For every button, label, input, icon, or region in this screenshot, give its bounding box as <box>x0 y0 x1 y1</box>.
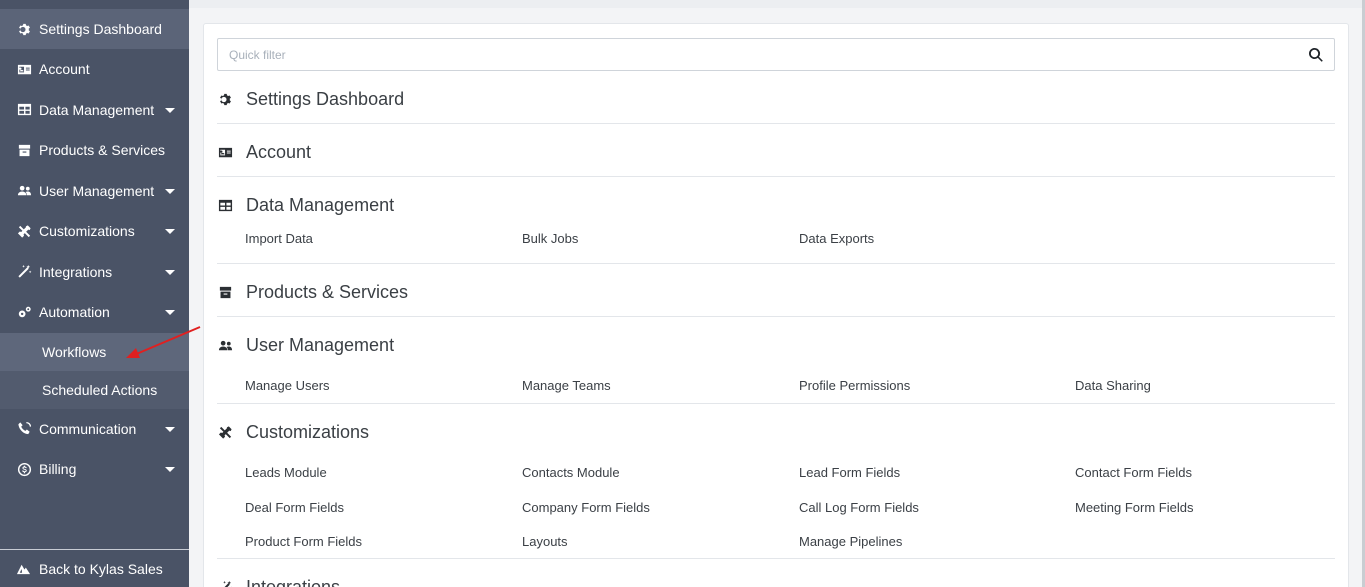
sidebar: Settings Dashboard Account Data Manageme… <box>0 0 189 587</box>
table-icon <box>16 102 32 118</box>
section-title[interactable]: Account <box>246 142 311 163</box>
dollar-icon <box>16 461 32 477</box>
annotation-arrow-icon <box>126 326 201 358</box>
section-integrations: Integrations <box>217 574 1335 587</box>
quick-filter <box>217 38 1335 71</box>
section-header: Data Management <box>217 192 394 218</box>
sidebar-item-account[interactable]: Account <box>0 49 189 90</box>
sidebar-item-data-management[interactable]: Data Management <box>0 90 189 131</box>
search-icon[interactable] <box>1308 47 1324 63</box>
link-manage-users[interactable]: Manage Users <box>245 378 330 393</box>
link-contact-form-fields[interactable]: Contact Form Fields <box>1075 465 1192 480</box>
back-to-kylas-sales-link[interactable]: Back to Kylas Sales <box>0 549 189 587</box>
magic-wand-icon <box>16 264 32 280</box>
sidebar-item-label: Communication <box>39 420 137 437</box>
chevron-down-icon <box>165 188 175 194</box>
cogs-icon <box>16 304 32 320</box>
link-lead-form-fields[interactable]: Lead Form Fields <box>799 465 900 480</box>
section-title[interactable]: Customizations <box>246 422 369 443</box>
settings-panel: Settings Dashboard Account Data Manageme… <box>203 23 1349 587</box>
tools-icon <box>217 424 233 440</box>
sidebar-item-label: Products & Services <box>39 142 166 159</box>
chevron-down-icon <box>165 467 175 473</box>
section-title[interactable]: Products & Services <box>246 282 408 303</box>
chevron-down-icon <box>165 229 175 235</box>
users-icon <box>217 337 233 353</box>
link-profile-permissions[interactable]: Profile Permissions <box>799 378 910 393</box>
box-icon <box>217 284 233 300</box>
id-card-icon <box>16 61 32 77</box>
link-import-data[interactable]: Import Data <box>245 231 313 246</box>
link-layouts[interactable]: Layouts <box>522 534 568 549</box>
sidebar-item-label: Settings Dashboard <box>39 21 162 37</box>
chevron-down-icon <box>165 107 175 113</box>
users-icon <box>16 183 32 199</box>
mountain-logo-icon <box>16 561 32 577</box>
section-data-management: Data Management Import Data Bulk Jobs Da… <box>217 192 1335 264</box>
sidebar-item-integrations[interactable]: Integrations <box>0 252 189 293</box>
section-header: User Management <box>217 332 394 358</box>
section-settings-dashboard: Settings Dashboard <box>217 86 1335 124</box>
section-user-management: User Management Manage Users Manage Team… <box>217 332 1335 404</box>
quick-filter-input[interactable] <box>218 39 1334 70</box>
link-manage-pipelines[interactable]: Manage Pipelines <box>799 534 902 549</box>
sidebar-item-billing[interactable]: Billing <box>0 449 189 490</box>
sidebar-item-label: Account <box>39 61 90 78</box>
link-manage-teams[interactable]: Manage Teams <box>522 378 611 393</box>
sidebar-item-customizations[interactable]: Customizations <box>0 211 189 252</box>
section-header: Settings Dashboard <box>217 86 404 112</box>
link-call-log-form-fields[interactable]: Call Log Form Fields <box>799 500 919 515</box>
tools-icon <box>16 223 32 239</box>
sidebar-item-products-services[interactable]: Products & Services <box>0 130 189 171</box>
table-icon <box>217 197 233 213</box>
sidebar-item-label: Billing <box>39 461 77 478</box>
link-data-sharing[interactable]: Data Sharing <box>1075 378 1151 393</box>
gear-icon <box>16 21 32 37</box>
sidebar-subitem-label: Scheduled Actions <box>42 381 158 398</box>
chevron-down-icon <box>165 310 175 316</box>
section-title[interactable]: Data Management <box>246 195 394 216</box>
sidebar-item-label: Integrations <box>39 263 113 280</box>
chevron-down-icon <box>165 426 175 432</box>
section-header: Integrations <box>217 574 340 587</box>
sidebar-item-label: User Management <box>39 182 155 199</box>
sidebar-item-label: Customizations <box>39 223 135 240</box>
section-customizations: Customizations Leads Module Contacts Mod… <box>217 419 1335 559</box>
link-contacts-module[interactable]: Contacts Module <box>522 465 620 480</box>
box-icon <box>16 142 32 158</box>
section-account: Account <box>217 139 1335 177</box>
section-header: Customizations <box>217 419 369 445</box>
section-header: Products & Services <box>217 279 408 305</box>
gear-icon <box>217 91 233 107</box>
section-title[interactable]: Integrations <box>246 577 340 587</box>
link-meeting-form-fields[interactable]: Meeting Form Fields <box>1075 500 1193 515</box>
section-title[interactable]: Settings Dashboard <box>246 89 404 110</box>
section-title[interactable]: User Management <box>246 335 394 356</box>
sidebar-item-settings-dashboard[interactable]: Settings Dashboard <box>0 9 189 49</box>
id-card-icon <box>217 144 233 160</box>
link-bulk-jobs[interactable]: Bulk Jobs <box>522 231 578 246</box>
sidebar-item-user-management[interactable]: User Management <box>0 171 189 212</box>
back-link-label: Back to Kylas Sales <box>39 560 163 577</box>
top-bar <box>189 0 1365 8</box>
chevron-down-icon <box>165 269 175 275</box>
sidebar-item-communication[interactable]: Communication <box>0 409 189 450</box>
sidebar-item-label: Automation <box>39 304 110 321</box>
link-product-form-fields[interactable]: Product Form Fields <box>245 534 362 549</box>
link-company-form-fields[interactable]: Company Form Fields <box>522 500 650 515</box>
sidebar-item-label: Data Management <box>39 101 155 118</box>
section-header: Account <box>217 139 311 165</box>
link-data-exports[interactable]: Data Exports <box>799 231 874 246</box>
magic-wand-icon <box>217 579 233 587</box>
sidebar-subitem-label: Workflows <box>42 343 107 360</box>
phone-icon <box>16 421 32 437</box>
sidebar-subitem-scheduled-actions[interactable]: Scheduled Actions <box>0 370 189 409</box>
link-deal-form-fields[interactable]: Deal Form Fields <box>245 500 344 515</box>
link-leads-module[interactable]: Leads Module <box>245 465 327 480</box>
section-products-services: Products & Services <box>217 279 1335 317</box>
